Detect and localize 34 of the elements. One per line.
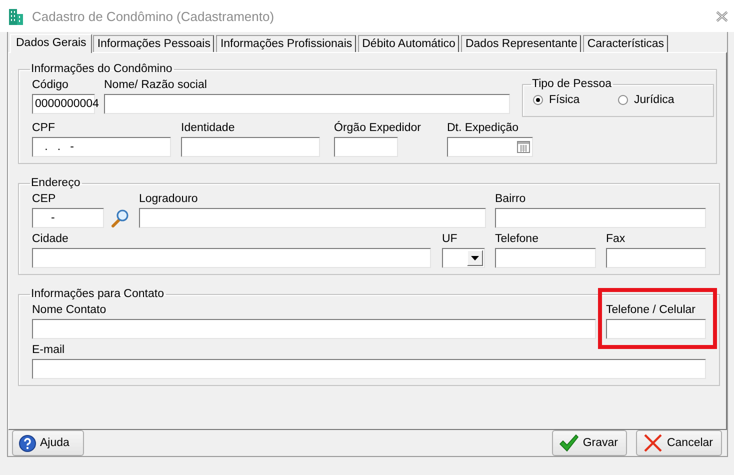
field-label: Telefone / Celular [606, 303, 696, 317]
text-field[interactable]: . . - [32, 137, 171, 157]
save-button[interactable]: Gravar [552, 430, 627, 456]
tab[interactable]: Características [583, 35, 668, 52]
field-label: CEP [32, 192, 56, 206]
field-label: E-mail [32, 343, 65, 357]
field-label: Órgão Expedidor [334, 121, 421, 135]
field-label: Dt. Expedição [446, 121, 519, 135]
radio-label: Jurídica [634, 94, 674, 106]
field-label: Código [32, 78, 68, 92]
field-label: Telefone [495, 232, 538, 246]
field-label: Identidade [181, 121, 235, 135]
window-title: Cadastro de Condômino (Cadastramento) [32, 8, 276, 24]
tab[interactable]: Débito Automático [358, 35, 460, 52]
help-button[interactable]: Ajuda [12, 430, 84, 456]
group-title: Endereço [30, 176, 82, 190]
field-label: Nome/ Razão social [104, 78, 207, 92]
radio-label: Física [549, 94, 580, 106]
group-title: Informações do Condômino [30, 62, 174, 76]
group-title: Tipo de Pessoa [531, 77, 612, 91]
group-title: Informações para Contato [30, 287, 165, 301]
tab[interactable]: Informações Profissionais [216, 35, 356, 52]
text-field[interactable]: - [32, 208, 104, 228]
cancel-button[interactable]: Cancelar [636, 430, 722, 456]
field-label: CPF [32, 121, 55, 135]
tab[interactable]: Dados Gerais [10, 34, 92, 53]
field-label: Cidade [32, 232, 68, 246]
field-label: UF [442, 232, 458, 246]
field-label: Logradouro [139, 192, 198, 206]
field-label: Nome Contato [32, 303, 106, 317]
field-label: Fax [606, 232, 626, 246]
field-label: Bairro [495, 192, 526, 206]
tab[interactable]: Dados Representante [461, 35, 582, 52]
tab[interactable]: Informações Pessoais [93, 35, 214, 52]
